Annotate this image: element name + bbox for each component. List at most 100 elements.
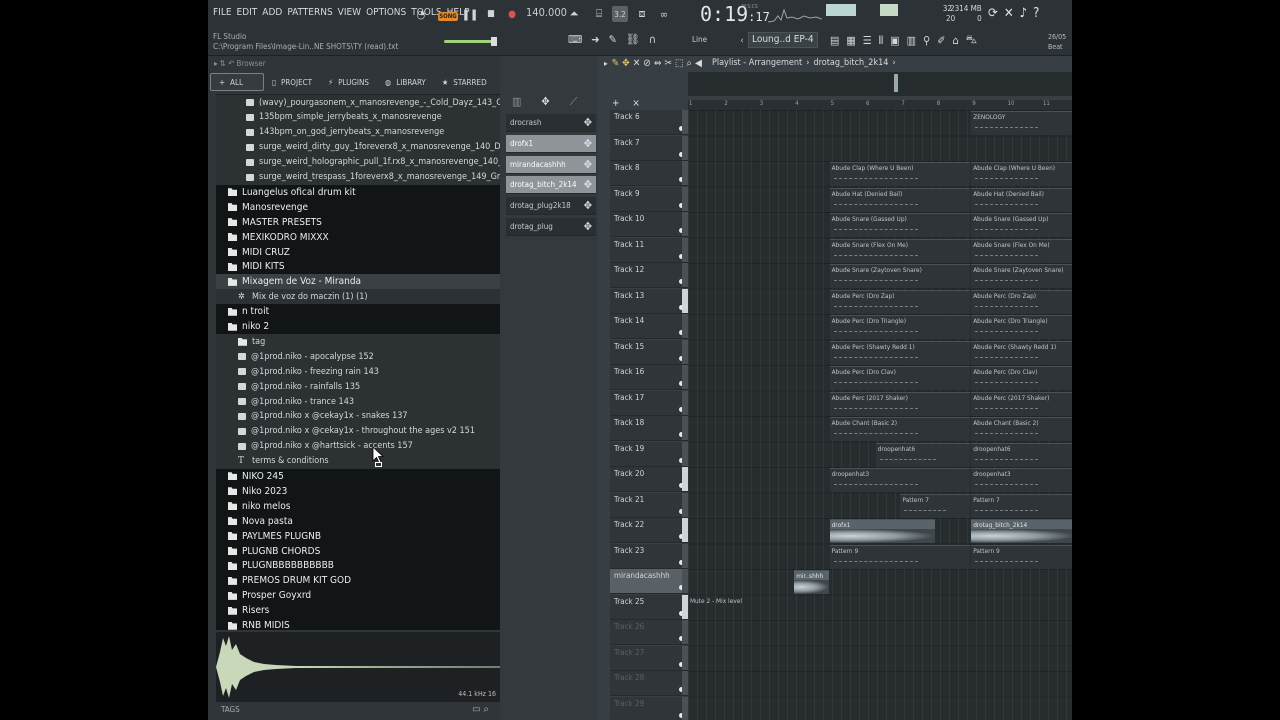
sample-preview[interactable]: 44.1 kHz 16 [216, 632, 500, 702]
pattern-clip[interactable]: Abude Snare (Flex On Me) [971, 238, 1072, 263]
pattern-chevron-icon[interactable]: › [892, 58, 895, 68]
pattern-clip[interactable]: Pattern 9 [971, 544, 1072, 569]
browser-folder[interactable]: n troit [216, 304, 500, 320]
menu-patterns[interactable]: PATTERNS [287, 7, 332, 18]
pencil-icon[interactable]: ✎ [609, 33, 617, 46]
browser-file[interactable]: ✲ Mix de voz do maczin (1) (1) [216, 289, 500, 305]
slip-tool-icon[interactable]: ⇔ [654, 58, 662, 69]
browser-file[interactable]: surge_weird_holographic_pull_1f.rx8_x_ma… [216, 154, 500, 170]
countdown-icon[interactable]: 3.2 [612, 6, 628, 22]
menu-options[interactable]: OPTIONS [366, 7, 406, 18]
track-header[interactable]: Track 19 [610, 441, 688, 467]
pattern-clip[interactable]: Abude Perc (Dro Zap) [829, 289, 971, 314]
pattern-clip[interactable]: Abude Snare (Gassed Up) [971, 213, 1072, 237]
track-header[interactable]: Track 13 [610, 288, 688, 314]
browser-icon[interactable]: ▣ [890, 34, 899, 47]
close-icon[interactable]: × [632, 98, 640, 109]
track-header[interactable]: Track 18 [610, 416, 688, 441]
track-header[interactable]: Track 26 [610, 620, 688, 645]
tab-library[interactable]: ◍ LIBRARY [377, 73, 434, 91]
slice-tool-icon[interactable]: ✂ [664, 58, 672, 69]
pattern-clip[interactable]: Mute 2 - Mix level [688, 596, 1072, 620]
slash-icon[interactable]: ⟋ [570, 95, 578, 109]
browser-folder[interactable]: PAYLMES PLUGNB [216, 528, 500, 544]
browser-file[interactable]: @1prod.niko x @harttsick - accents 157 [216, 438, 500, 454]
plugin-icon[interactable]: ⚲ [923, 34, 930, 47]
pattern-clip[interactable]: ZENOLOGY [971, 111, 1072, 135]
arrow-right-icon[interactable]: ➜ [591, 33, 599, 46]
drag-handle-icon[interactable]: ✥ [584, 116, 592, 129]
picker-item[interactable]: drotag_plug ✥ [506, 218, 596, 236]
tab-all[interactable]: + ALL [210, 73, 264, 91]
magnet-icon[interactable]: ∩ [649, 33, 656, 46]
folder-small-icon[interactable]: ▭ [472, 704, 481, 715]
drag-handle-icon[interactable]: ✥ [584, 220, 592, 233]
pattern-clip[interactable]: Abude Clap (Where U Been) [829, 162, 971, 186]
playlist-pattern[interactable]: drotag_bitch_2k14 [813, 58, 888, 68]
record-icon[interactable]: ● [506, 6, 518, 22]
pattern-clip[interactable]: Abude Perc (Dro Zap) [971, 289, 1072, 314]
browser-file[interactable]: Tterms & conditions [216, 453, 500, 469]
pattern-selector[interactable]: Loung..d EP-4 [748, 32, 818, 48]
tab-plugins[interactable]: ⚡ PLUGINS [320, 73, 377, 91]
browser-folder[interactable]: MIDI KITS [216, 259, 500, 275]
pattern-clip[interactable]: Abude Perc (Shawty Redd 1) [971, 340, 1072, 365]
browser-arrows-icon[interactable]: ▸ ⇅ ↶ [214, 59, 234, 68]
browser-folder[interactable]: Risers [216, 603, 500, 619]
select-tool-icon[interactable]: ⬚ [675, 58, 684, 69]
stop-icon[interactable]: ■ [485, 6, 497, 22]
tab-project[interactable]: ▯ PROJECT [264, 73, 320, 91]
search-icon[interactable]: ⌕ [483, 704, 489, 715]
track-header[interactable]: Track 8 [610, 161, 688, 186]
pattern-clip[interactable]: Abude Snare (Zaytoven Snare) [829, 264, 971, 288]
song-mode-badge[interactable]: SONG [438, 12, 458, 21]
drag-handle-icon[interactable]: ✥ [584, 178, 592, 191]
plugin-picker-icon[interactable]: ▥ [907, 34, 916, 47]
play-arrow-icon[interactable]: ▸ [604, 59, 608, 68]
track-header[interactable]: Track 10 [610, 212, 688, 237]
pattern-clip[interactable]: Abude Snare (Zaytoven Snare) [971, 264, 1072, 288]
browser-file[interactable]: @1prod.niko x @cekay1x - snakes 137 [216, 408, 500, 424]
keyboard-icon[interactable]: ⌨ [568, 33, 582, 46]
browser-file[interactable]: @1prod.niko - freezing rain 143 [216, 364, 500, 380]
pattern-clip[interactable]: Abude Hat (Denied Bail) [971, 187, 1072, 212]
step-edit-icon[interactable]: ⧈ [634, 6, 650, 22]
menu-view[interactable]: VIEW [338, 7, 361, 18]
picker-item[interactable]: drotag_plug2k18 ✥ [506, 197, 596, 216]
track-header[interactable]: Track 23 [610, 543, 688, 569]
pattern-clip[interactable]: Abude Clap (Where U Been) [971, 162, 1072, 186]
browser-file[interactable]: 135bpm_simple_jerrybeats_x_manosrevenge [216, 109, 500, 125]
browser-file[interactable]: surge_weird_trespass_1foreverx8_x_manosr… [216, 169, 500, 185]
track-header[interactable]: Track 9 [610, 186, 688, 212]
picker-item[interactable]: mirandacashhh ✥ [506, 155, 596, 174]
browser-file[interactable]: @1prod.niko x @cekay1x - throughout the … [216, 423, 500, 439]
browser-folder[interactable]: Mixagem de Voz - Miranda [216, 274, 500, 290]
track-header[interactable]: Track 29 [610, 696, 688, 720]
pattern-clip[interactable]: Abude Chant (Basic 2) [829, 417, 971, 441]
metronome-icon[interactable]: ⏶ [566, 6, 582, 22]
browser-folder[interactable]: PREMOS DRUM KIT GOD [216, 573, 500, 589]
pattern-clip[interactable]: droopenhat6 [971, 442, 1072, 467]
browser-file[interactable]: @1prod.niko - trance 143 [216, 394, 500, 409]
track-header[interactable]: Track 22 [610, 518, 688, 543]
cart-icon[interactable]: ⛍ [966, 33, 977, 48]
menu-edit[interactable]: EDIT [237, 7, 258, 18]
piano-roll-icon[interactable]: ▦ [846, 34, 855, 47]
track-header[interactable]: Track 28 [610, 671, 688, 696]
picker-item[interactable]: drofx1 ✥ [506, 134, 596, 153]
slider-knob[interactable] [491, 37, 497, 46]
pattern-clip[interactable]: droopenhat6 [875, 442, 971, 467]
pattern-clip[interactable]: droopenhat3 [971, 468, 1072, 492]
horizontal-scrollbar[interactable] [688, 72, 1072, 96]
cross-tools-icon[interactable]: ✕ [1004, 6, 1014, 21]
track-header[interactable]: Track 14 [610, 314, 688, 339]
track-header[interactable]: Track 6 [610, 110, 688, 135]
pattern-clip[interactable]: Abude Snare (Flex On Me) [829, 238, 971, 263]
track-header[interactable]: Track 20 [610, 467, 688, 492]
browser-folder[interactable]: niko 2 [216, 319, 500, 335]
pattern-clip[interactable]: Abude Snare (Gassed Up) [829, 213, 971, 237]
move-icon[interactable]: ✥ [541, 95, 549, 109]
pattern-clip[interactable]: Pattern 7 [971, 493, 1072, 518]
channel-rack-icon[interactable]: ☰ [863, 34, 872, 47]
master-volume[interactable] [880, 4, 898, 16]
